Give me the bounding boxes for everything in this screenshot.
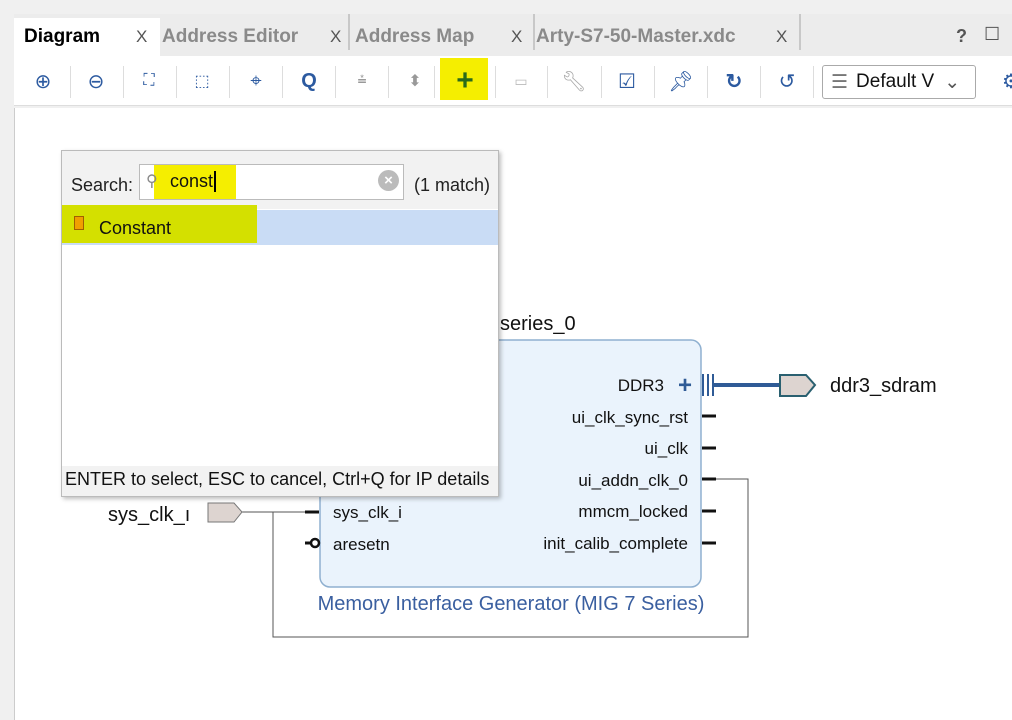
search-value: const — [170, 171, 217, 192]
ddr3-sdram-port[interactable] — [779, 374, 817, 397]
search-icon: ⚲ — [146, 173, 158, 190]
port-aresetn[interactable]: aresetn — [333, 535, 390, 554]
sys-clk-label: sys_clk_ı — [108, 504, 190, 526]
ip-block-icon — [74, 216, 84, 230]
port-mmcm-locked[interactable]: mmcm_locked — [578, 502, 688, 521]
result-item-constant[interactable]: Constant — [62, 205, 498, 245]
expand-port-icon[interactable]: + — [678, 372, 692, 399]
diagram-window: Diagram X Address Editor X Address Map X Ar… — [0, 0, 1012, 720]
popup-hint: ENTER to select, ESC to cancel, Ctrl+Q f… — [62, 466, 498, 496]
port-sys-clk-i[interactable]: sys_clk_i — [333, 503, 402, 522]
search-label: Search: — [71, 175, 134, 195]
port-ui-addn-clk-0[interactable]: ui_addn_clk_0 — [578, 471, 688, 490]
block-title: Memory Interface Generator (MIG 7 Series… — [318, 593, 705, 615]
match-count: (1 match) — [414, 175, 491, 195]
port-ui-clk-sync-rst[interactable]: ui_clk_sync_rst — [572, 408, 688, 427]
port-ui-clk[interactable]: ui_clk — [645, 439, 689, 458]
instance-name: series_0 — [500, 313, 576, 335]
sys-clk-port[interactable] — [207, 502, 243, 523]
port-init-calib-complete[interactable]: init_calib_complete — [543, 534, 688, 553]
add-ip-search-popup: Search: ⚲ const × (1 match) Constant ENT… — [61, 150, 499, 497]
result-label: Constant — [99, 218, 172, 238]
search-input[interactable]: ⚲ const × — [139, 164, 404, 200]
clear-icon[interactable]: × — [378, 170, 399, 191]
port-ddr3[interactable]: DDR3 — [618, 376, 664, 395]
ddr3-sdram-label: ddr3_sdram — [830, 375, 937, 397]
